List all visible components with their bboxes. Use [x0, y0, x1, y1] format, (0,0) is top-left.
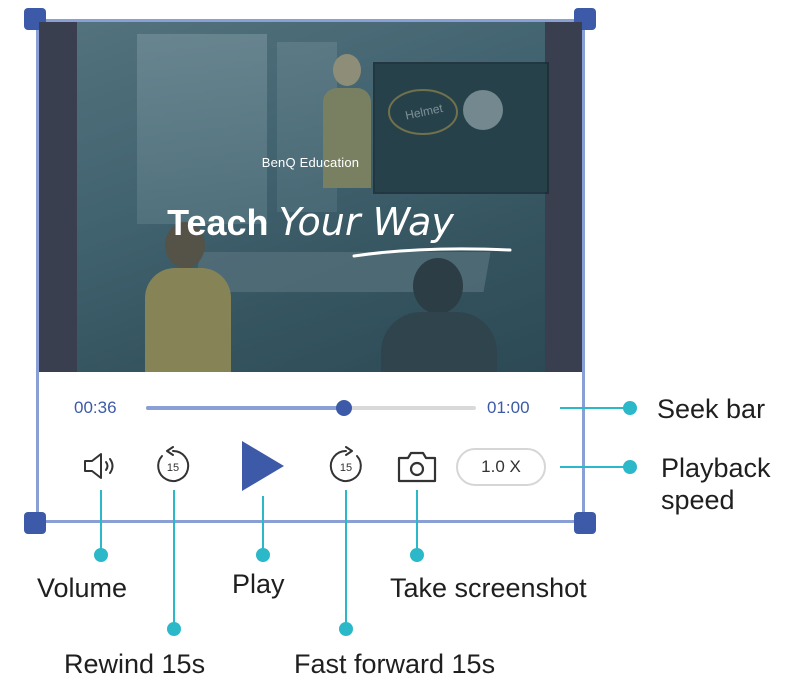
- resize-handle-bottom-left[interactable]: [24, 512, 46, 534]
- callout-dot-volume: [94, 548, 108, 562]
- camera-icon: [397, 451, 437, 483]
- label-rewind: Rewind 15s: [64, 649, 206, 679]
- forward-seconds: 15: [340, 462, 352, 474]
- callout-line-forward: [345, 490, 347, 628]
- callout-line-play: [262, 496, 264, 554]
- screenshot-button[interactable]: [396, 450, 438, 484]
- seek-bar-thumb[interactable]: [336, 400, 352, 416]
- video-headline: Teach Your Way: [39, 200, 582, 244]
- rewind-15-button[interactable]: 15: [152, 446, 194, 486]
- volume-icon: [84, 453, 114, 479]
- video-frame-image: Helmet: [77, 22, 549, 372]
- video-area[interactable]: Helmet BenQ Education Teach Your Way: [39, 22, 582, 372]
- label-fast-forward: Fast forward 15s: [294, 649, 496, 679]
- label-play: Play: [232, 569, 285, 599]
- callout-dot-seek: [623, 401, 637, 415]
- callout-line-seek: [560, 407, 628, 409]
- rewind-15-icon: 15: [157, 446, 190, 482]
- headline-underline: [352, 247, 512, 258]
- callout-dot-rewind: [167, 622, 181, 636]
- callout-dot-speed: [623, 460, 637, 474]
- label-take-screenshot: Take screenshot: [390, 573, 587, 603]
- callout-dot-forward: [339, 622, 353, 636]
- callout-line-rewind: [173, 490, 175, 628]
- resize-handle-bottom-right[interactable]: [574, 512, 596, 534]
- callout-line-screenshot: [416, 490, 418, 554]
- label-volume: Volume: [37, 573, 128, 603]
- headline-script: Your Way: [278, 200, 454, 244]
- seek-bar-progress: [146, 406, 344, 410]
- playback-speed-value: 1.0 X: [481, 457, 521, 476]
- current-time: 00:36: [74, 398, 117, 417]
- forward-15-icon: 15: [329, 446, 362, 482]
- label-seek-bar: Seek bar: [657, 394, 766, 424]
- play-icon: [242, 441, 284, 491]
- rewind-seconds: 15: [167, 462, 179, 474]
- seek-bar[interactable]: [146, 400, 476, 416]
- volume-button[interactable]: [80, 450, 120, 482]
- callout-dot-play: [256, 548, 270, 562]
- playback-speed-button[interactable]: 1.0 X: [456, 448, 546, 486]
- total-time: 01:00: [487, 398, 530, 417]
- callout-line-volume: [100, 490, 102, 554]
- video-brand-text: BenQ Education: [261, 155, 360, 170]
- headline-bold: Teach: [167, 202, 269, 243]
- label-playback-speed-1: Playback: [661, 453, 771, 483]
- callout-line-speed: [560, 466, 628, 468]
- label-playback-speed-2: speed: [661, 485, 735, 515]
- forward-15-button[interactable]: 15: [325, 446, 367, 486]
- play-button[interactable]: [238, 440, 286, 492]
- callout-dot-screenshot: [410, 548, 424, 562]
